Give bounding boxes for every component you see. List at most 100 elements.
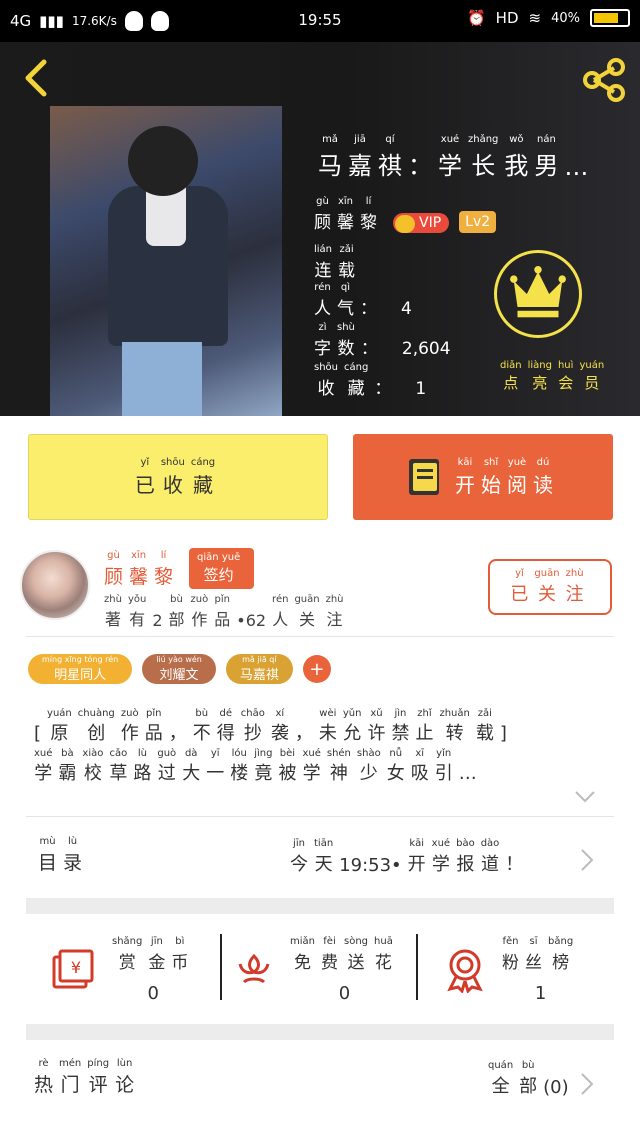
hanzi: 不 [192, 723, 211, 744]
hanzi: 人 [272, 610, 289, 629]
book-description[interactable]: [yuán 原 chuàng 创 zuò 作 pǐn 品 ， bù 不 dé 得 chāo 抄 xí 袭 ， w… [34, 708, 594, 788]
latest-chapter[interactable]: jīn 今 tiān 天 19:53• kāi 开 xué 学 bào 报 dào 道 ！ [290, 838, 529, 876]
pinyin: nǚ [389, 748, 403, 759]
ruby-char: guān 关 [294, 594, 319, 630]
ruby-char: dào 道 [481, 838, 500, 876]
chevron-right-icon[interactable] [580, 1072, 594, 1096]
pinyin [302, 708, 305, 720]
hanzi: 会 [558, 374, 574, 392]
pinyin: xué [302, 748, 321, 759]
hanzi: 顾 [104, 566, 124, 588]
hot-comments-title: rè 热 mén 门 píng 评 lùn 论 [34, 1058, 140, 1097]
ruby-char: zǎi 载 [338, 244, 355, 281]
add-tag-button[interactable]: + [302, 655, 331, 683]
book-cover[interactable] [50, 106, 282, 416]
pinyin: miǎn [290, 936, 315, 947]
chevron-down-icon[interactable] [574, 790, 596, 804]
catalog-label[interactable]: mù 目 lù 录 [38, 836, 88, 875]
hanzi: 男 [534, 152, 559, 180]
author-avatar[interactable] [20, 550, 90, 620]
hanzi: •62 [236, 611, 267, 630]
ruby-char: xué 学 [302, 748, 320, 788]
hanzi: ： [408, 152, 432, 180]
ruby-char: •62 [236, 599, 266, 630]
start-reading-label: kāi 开 shǐ 始 yuè 阅 dú 读 [455, 457, 559, 498]
back-arrow-icon[interactable] [18, 58, 58, 98]
pinyin: cáng [190, 456, 216, 468]
tag-chip[interactable]: mǎ jiā qí 马嘉祺 [225, 654, 293, 684]
wifi-icon: ≋ [528, 9, 542, 27]
hanzi: 赏 [118, 953, 136, 973]
pinyin: guò [157, 748, 177, 759]
hanzi: 作 [191, 610, 208, 629]
hanzi: 关 [538, 584, 556, 605]
share-icon[interactable] [580, 56, 628, 104]
pinyin: cǎo [109, 748, 128, 759]
hanzi: 录 [63, 852, 83, 874]
book-author[interactable]: gù 顾 xīn 馨 lí 黎 [314, 196, 383, 233]
section-separator [26, 1024, 614, 1040]
status-bar: 4G ▮▮▮ 17.6K/s 19:55 ⏰ HD ≋ 40% [0, 0, 640, 42]
vip-crown-button[interactable] [494, 250, 582, 338]
ruby-char: zhù 注 [566, 568, 584, 606]
hanzi: [ [34, 723, 42, 744]
pinyin: guān [534, 568, 560, 579]
hanzi: 道 [480, 854, 499, 875]
hanzi: 开 [455, 472, 475, 497]
ruby-char: shōu 收 [161, 457, 185, 498]
pinyin: shào [356, 748, 381, 759]
hanzi: 藏 [347, 379, 365, 399]
start-reading-button[interactable]: kāi 开 shǐ 始 yuè 阅 dú 读 [353, 434, 613, 520]
hanzi: 丝 [525, 953, 542, 973]
pinyin: chuàng [77, 708, 115, 719]
hanzi: 注 [326, 610, 343, 629]
pinyin: xué [440, 134, 460, 145]
hanzi: 校 [83, 763, 102, 784]
pinyin: bà [61, 748, 74, 759]
pinyin: lóu [231, 748, 247, 759]
hanzi: 学 [302, 763, 321, 784]
pinyin [368, 322, 371, 334]
hd-label: HD [495, 9, 519, 27]
pinyin: zhù [104, 594, 122, 605]
hanzi: 楼 [230, 763, 249, 784]
pinyin: rén [314, 282, 331, 293]
pinyin: guān [294, 594, 320, 605]
ruby-char: wèi 未 [319, 708, 337, 748]
pinyin [502, 708, 505, 720]
vip-caption[interactable]: diǎn 点 liàng 亮 huì 会 yuán 员 [500, 360, 610, 393]
fan-ranking-value: 1 [534, 983, 547, 1004]
chevron-right-icon[interactable] [580, 848, 594, 872]
hanzi: 黎 [360, 213, 377, 233]
tag-chip[interactable]: liú yào wén 刘耀文 [142, 654, 216, 684]
pinyin: jīn [150, 936, 163, 947]
divider [26, 816, 614, 817]
hanzi: ： [360, 299, 377, 319]
ruby-char: jìn 禁 [391, 708, 409, 748]
favorited-button[interactable]: yǐ 已 shōu 收 cáng 藏 [28, 434, 328, 520]
pinyin: gù [316, 196, 329, 207]
hanzi: … [564, 153, 589, 181]
tag-chip[interactable]: míng xīng tóng rén 明星同人 [28, 654, 133, 684]
pinyin: bǎng [548, 936, 574, 947]
following-button[interactable]: yǐ 已 guān 关 zhù 注 [488, 559, 612, 615]
level-badge: Lv2 [459, 211, 497, 233]
free-flowers[interactable]: miǎn 免 fèi 费 sòng 送 huā 花 0 [234, 930, 399, 1010]
all-comments-link[interactable]: quán 全 bù 部 (0) [488, 1060, 569, 1098]
hanzi: 嘉 [348, 152, 372, 180]
pinyin: yuán [579, 360, 605, 371]
fan-ranking-label: fěn 粉 sī 丝 bǎng 榜 [502, 936, 579, 973]
pinyin: lí [365, 196, 372, 207]
ruby-char: [ [34, 708, 41, 748]
pinyin [575, 141, 578, 153]
ruby-char: fèi 费 [321, 936, 338, 973]
fan-ranking[interactable]: fěn 粉 sī 丝 bǎng 榜 1 [444, 930, 579, 1010]
ruby-char: qí 祺 [378, 134, 402, 181]
reward-coins[interactable]: ¥ shǎng 赏 jīn 金 bì 币 0 [50, 930, 194, 1010]
pinyin: sòng [344, 936, 369, 947]
author-name[interactable]: gù 顾 xīn 馨 lí 黎 [104, 550, 179, 589]
all-comments-count: (0) [543, 1077, 569, 1098]
pinyin: zhù [565, 568, 584, 579]
favorites-value: 1 [415, 379, 427, 399]
signed-badge-label: 签约 [203, 566, 234, 584]
